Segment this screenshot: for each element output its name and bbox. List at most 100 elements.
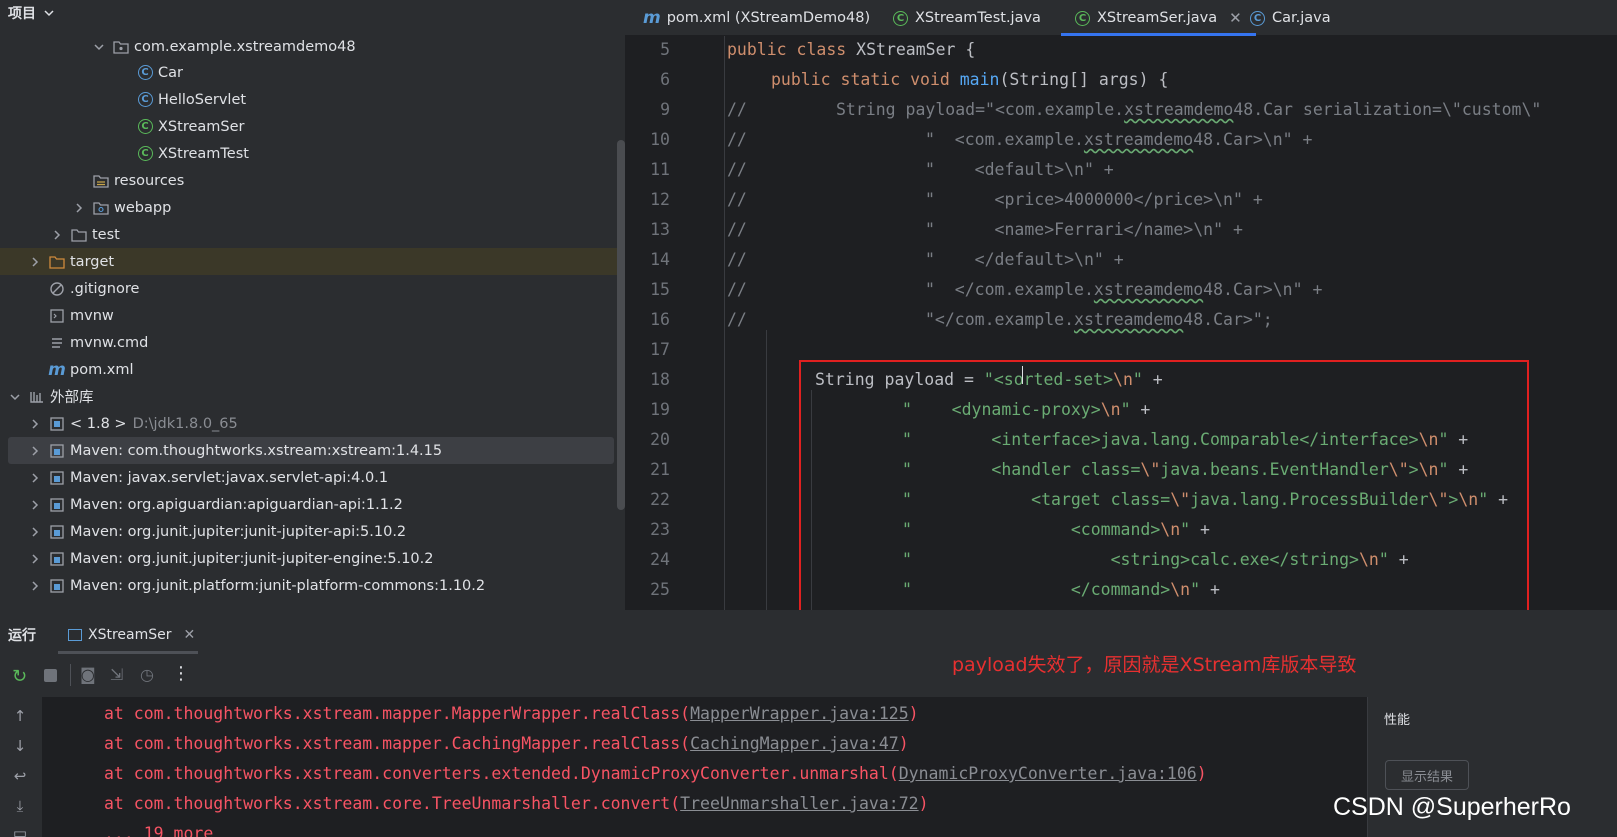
comment-marker: // xyxy=(727,280,747,299)
chevron-right-icon[interactable] xyxy=(28,417,42,431)
project-panel-header[interactable]: 项目 xyxy=(0,0,625,26)
tree-item-label: mvnw.cmd xyxy=(70,334,149,351)
chevron-right-icon[interactable] xyxy=(28,552,42,566)
chevron-down-icon[interactable] xyxy=(42,6,56,20)
gutter-divider xyxy=(724,36,725,610)
stacktrace-link[interactable]: TreeUnmarshaller.java:72 xyxy=(680,794,918,813)
code-line-9: String payload="<com.example.xstreamdemo… xyxy=(836,100,1542,119)
tree-item-label: .gitignore xyxy=(70,280,140,297)
run-tab-label: XStreamSer xyxy=(88,626,172,643)
tree-item-class-car[interactable]: C Car xyxy=(0,59,625,86)
tree-item-library-xstream[interactable]: Maven: com.thoughtworks.xstream:xstream:… xyxy=(8,437,614,464)
package-icon xyxy=(112,38,130,56)
close-icon[interactable]: ✕ xyxy=(184,627,196,643)
tree-item-mvnw-cmd[interactable]: mvnw.cmd xyxy=(0,329,625,356)
tree-item-webapp[interactable]: webapp xyxy=(0,194,625,221)
tree-item-library-apiguardian[interactable]: Maven: org.apiguardian:apiguardian-api:1… xyxy=(0,491,625,518)
print-icon[interactable]: ▭ xyxy=(10,823,30,837)
tree-item-library-junit-engine[interactable]: Maven: org.junit.jupiter:junit-jupiter-e… xyxy=(0,545,625,572)
camera-icon[interactable]: ◙ xyxy=(80,665,96,684)
tree-item-class-xstreamtest[interactable]: C XStreamTest xyxy=(0,140,625,167)
tab-pom-xml[interactable]: m pom.xml (XStreamDemo48) xyxy=(643,0,870,36)
line-number: 13 xyxy=(650,220,670,239)
chevron-right-icon[interactable] xyxy=(28,579,42,593)
tree-item-target[interactable]: target xyxy=(0,248,625,275)
runnable-class-icon: C xyxy=(136,145,154,163)
chevron-right-icon[interactable] xyxy=(28,444,42,458)
chevron-right-icon[interactable] xyxy=(28,255,42,269)
line-number: 18 xyxy=(650,370,670,389)
line-number: 5 xyxy=(660,40,670,59)
tree-item-jdk[interactable]: < 1.8 > D:\jdk1.8.0_65 xyxy=(0,410,625,437)
tab-label: XStreamTest.java xyxy=(915,10,1041,26)
chevron-right-icon[interactable] xyxy=(28,471,42,485)
tree-item-library-junit-platform[interactable]: Maven: org.junit.platform:junit-platform… xyxy=(0,572,625,599)
class-icon: C xyxy=(136,91,154,109)
exit-icon[interactable]: ⇲ xyxy=(110,665,123,684)
tree-item-label: Maven: javax.servlet:javax.servlet-api:4… xyxy=(70,469,389,486)
comment-marker: // xyxy=(727,100,747,119)
tree-item-label: Maven: org.junit.jupiter:junit-jupiter-e… xyxy=(70,550,434,567)
tree-item-external-libraries[interactable]: 外部库 xyxy=(0,383,625,410)
code-line-15: " </com.example.xstreamdemo48.Car>\n" + xyxy=(925,280,1323,299)
console-line: at com.thoughtworks.xstream.mapper.Mappe… xyxy=(104,704,919,723)
show-results-button[interactable]: 显示结果 xyxy=(1385,760,1469,790)
folder-icon xyxy=(92,199,110,217)
tree-item-label: webapp xyxy=(114,199,172,216)
line-number: 19 xyxy=(650,400,670,419)
run-tab-xstreamser[interactable]: XStreamSer ✕ xyxy=(58,618,198,654)
chevron-right-icon[interactable] xyxy=(28,498,42,512)
arrow-down-icon[interactable]: ↓ xyxy=(10,736,30,756)
stop-icon[interactable] xyxy=(44,669,57,682)
tab-xstreamtest[interactable]: C XStreamTest.java xyxy=(893,0,1041,36)
run-panel-title: 运行 xyxy=(8,628,36,644)
comment-marker: // xyxy=(727,310,747,329)
comment-marker: // xyxy=(727,160,747,179)
tree-item-pom[interactable]: m pom.xml xyxy=(0,356,625,383)
line-number: 10 xyxy=(650,130,670,149)
tree-item-library-junit-api[interactable]: Maven: org.junit.jupiter:junit-jupiter-a… xyxy=(0,518,625,545)
tree-item-label: HelloServlet xyxy=(158,91,247,108)
tree-item-test[interactable]: test xyxy=(0,221,625,248)
tree-item-gitignore[interactable]: .gitignore xyxy=(0,275,625,302)
tree-item-label: Maven: org.junit.platform:junit-platform… xyxy=(70,577,486,594)
more-icon[interactable]: ⋮ xyxy=(172,663,190,684)
tree-item-label: resources xyxy=(114,172,185,189)
chevron-down-icon[interactable] xyxy=(92,40,106,54)
chevron-down-icon[interactable] xyxy=(8,390,22,404)
runnable-class-icon: C xyxy=(893,10,908,26)
tree-item-library-servlet[interactable]: Maven: javax.servlet:javax.servlet-api:4… xyxy=(0,464,625,491)
tree-item-class-helloservlet[interactable]: C HelloServlet xyxy=(0,86,625,113)
script-icon xyxy=(48,307,66,325)
console-output[interactable]: at com.thoughtworks.xstream.mapper.Mappe… xyxy=(42,697,1367,837)
chevron-right-icon[interactable] xyxy=(28,525,42,539)
chevron-right-icon[interactable] xyxy=(50,228,64,242)
stacktrace-link[interactable]: CachingMapper.java:47 xyxy=(690,734,899,753)
profiler-icon[interactable]: ◷ xyxy=(140,665,154,684)
scroll-to-end-icon[interactable]: ⤓ xyxy=(10,796,30,816)
line-number: 14 xyxy=(650,250,670,269)
stacktrace-link[interactable]: MapperWrapper.java:125 xyxy=(690,704,909,723)
tree-item-label: Maven: org.junit.jupiter:junit-jupiter-a… xyxy=(70,523,407,540)
chevron-right-icon[interactable] xyxy=(72,201,86,215)
project-scrollbar[interactable] xyxy=(617,140,625,510)
tab-xstreamser[interactable]: C XStreamSer.java ✕ xyxy=(1061,0,1256,36)
tree-item-mvnw[interactable]: mvnw xyxy=(0,302,625,329)
soft-wrap-icon[interactable]: ↩ xyxy=(10,766,30,786)
console-line: ... 19 more xyxy=(104,824,214,837)
tree-item-class-xstreamser[interactable]: C XStreamSer xyxy=(0,113,625,140)
run-toolbar: ↻ ◙ ⇲ ◷ ⋮ xyxy=(0,658,1617,694)
line-number: 25 xyxy=(650,580,670,599)
tree-item-package[interactable]: com.example.xstreamdemo48 xyxy=(0,33,625,60)
class-icon: C xyxy=(1250,10,1265,26)
tree-item-resources[interactable]: resources xyxy=(0,167,625,194)
tree-item-label: com.example.xstreamdemo48 xyxy=(134,38,356,55)
arrow-up-icon[interactable]: ↑ xyxy=(10,706,30,726)
tree-item-label: mvnw xyxy=(70,307,114,324)
close-icon[interactable]: ✕ xyxy=(1229,9,1242,27)
line-number: 20 xyxy=(650,430,670,449)
tab-car[interactable]: C Car.java xyxy=(1250,0,1331,36)
stacktrace-link[interactable]: DynamicProxyConverter.java:106 xyxy=(899,764,1197,783)
sdk-icon xyxy=(48,415,66,433)
rerun-icon[interactable]: ↻ xyxy=(12,666,27,687)
